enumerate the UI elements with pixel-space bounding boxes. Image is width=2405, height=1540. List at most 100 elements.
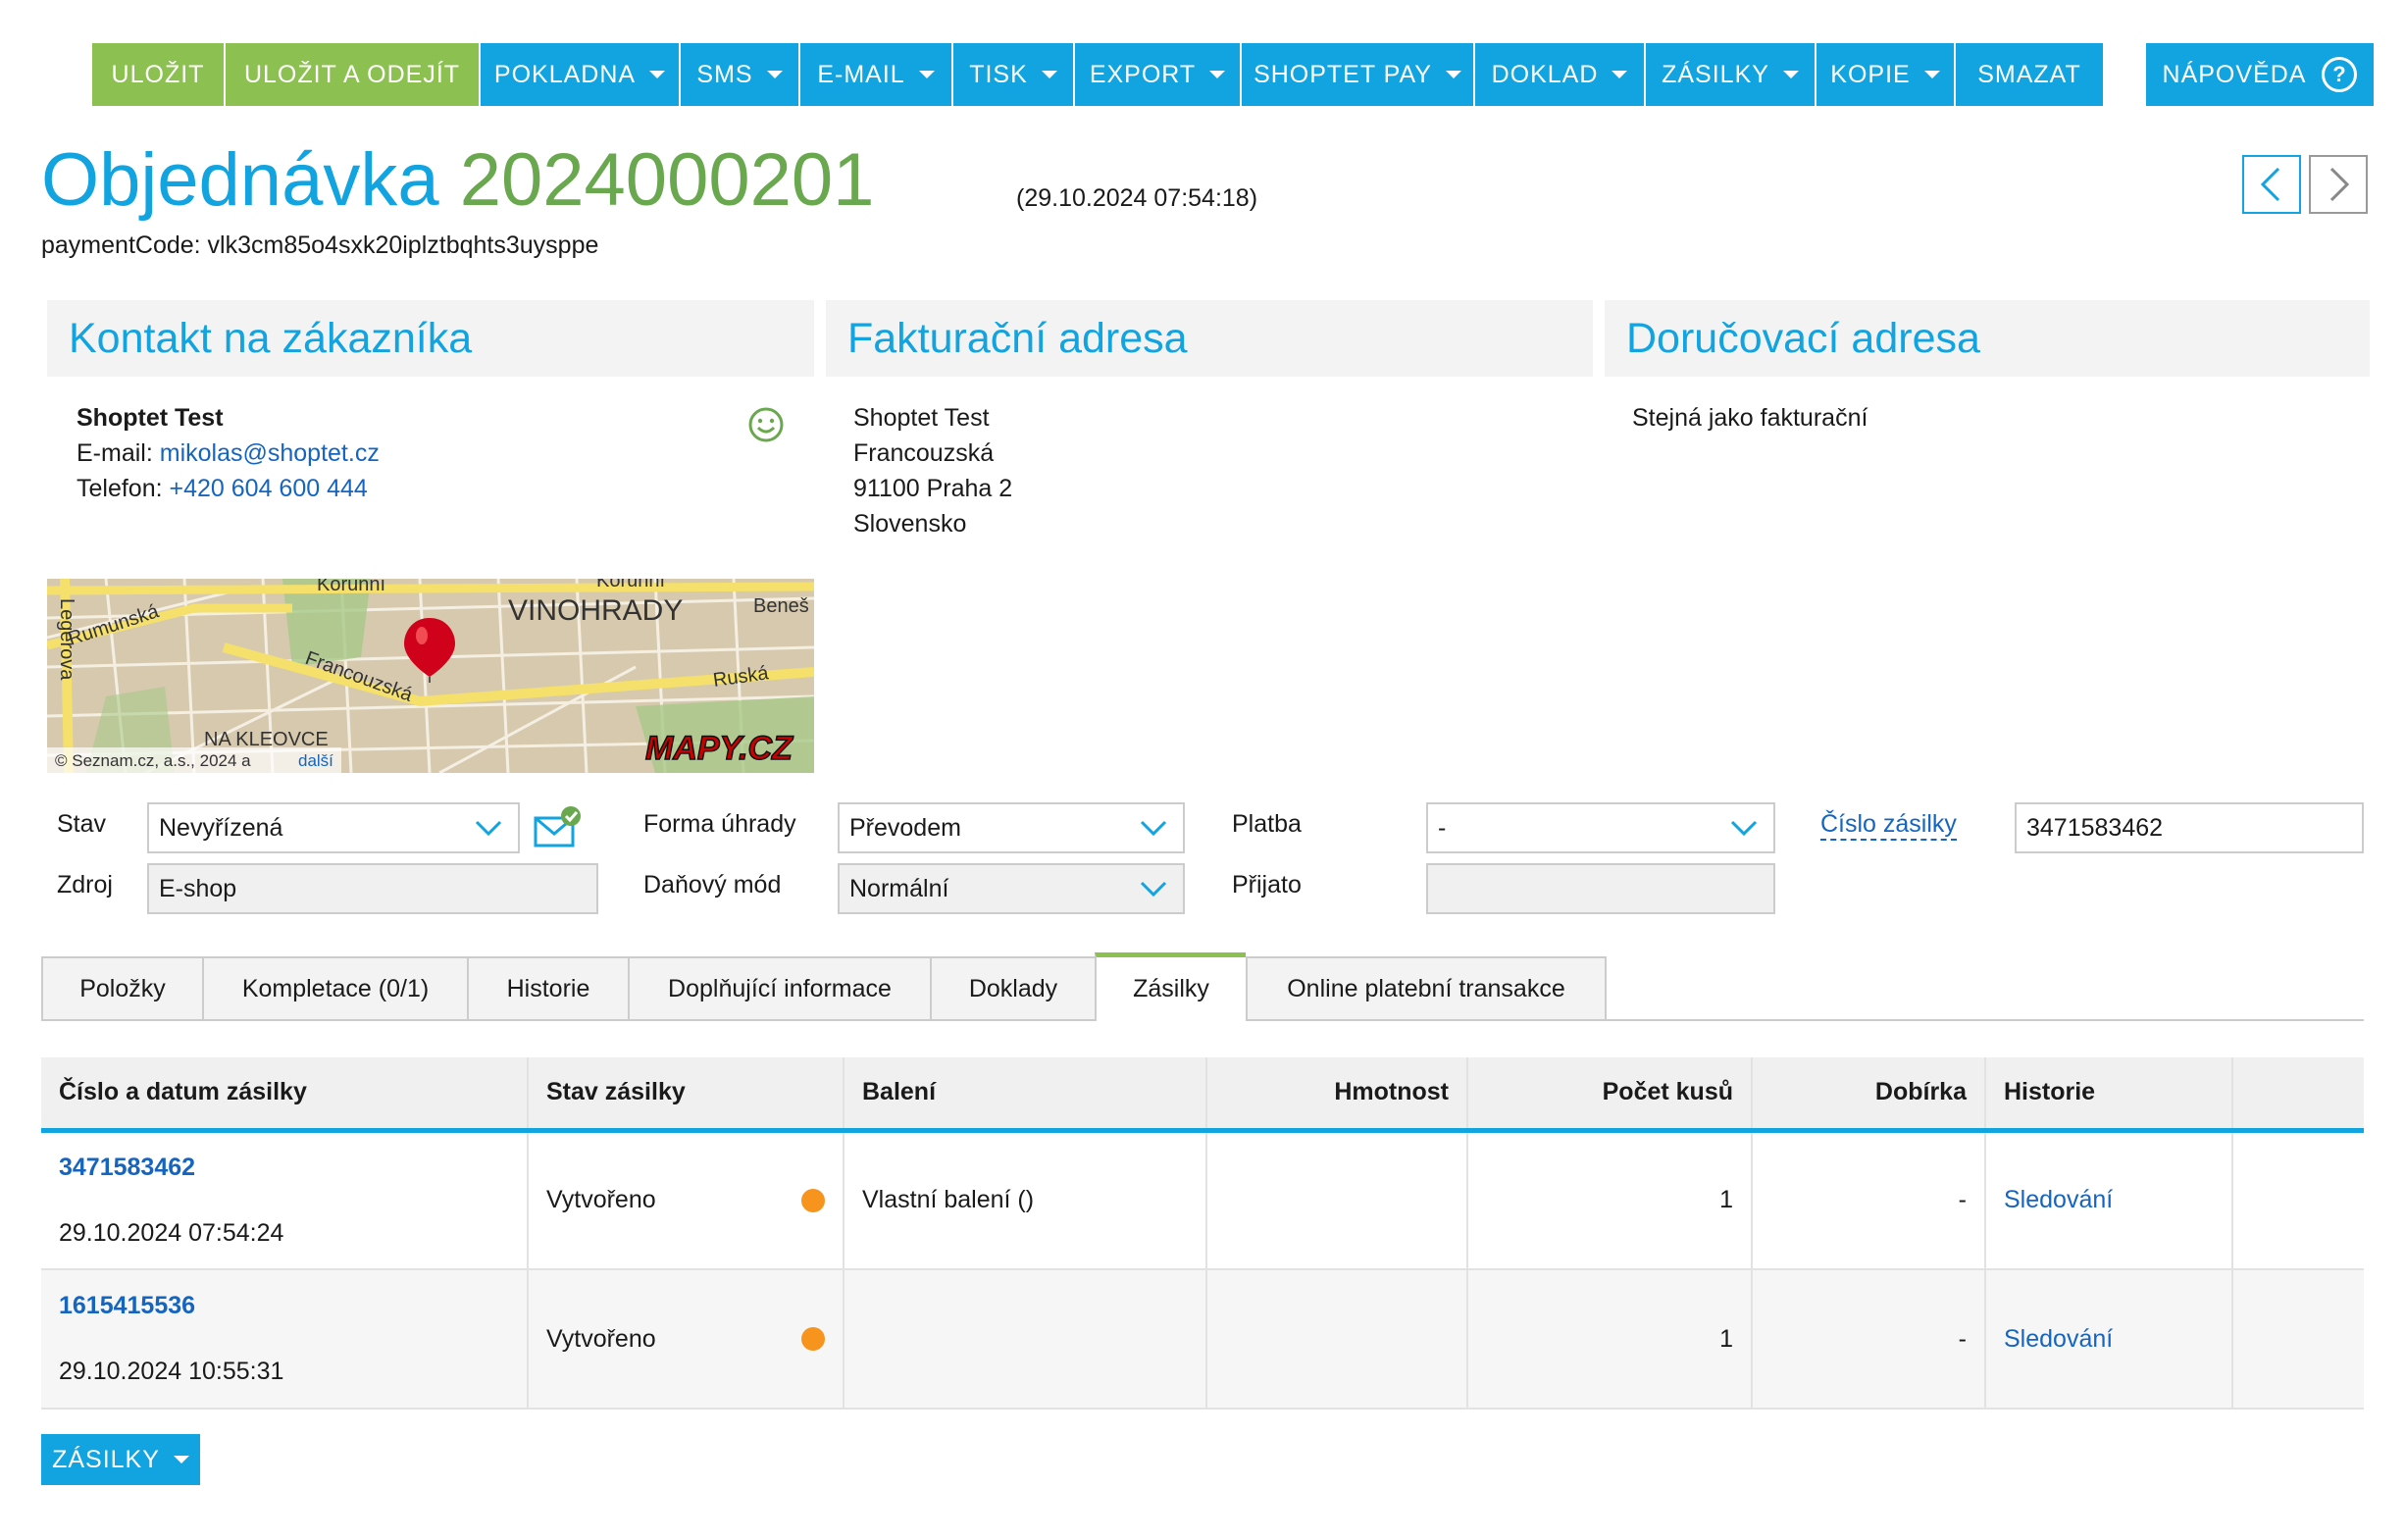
- table-row: 3471583462 29.10.2024 07:54:24 Vytvořeno…: [41, 1130, 2364, 1270]
- platba-select[interactable]: -: [1426, 802, 1775, 853]
- column-header: Historie: [1985, 1057, 2233, 1133]
- help-label: NÁPOVĚDA: [2162, 60, 2307, 88]
- caret-down-icon: [649, 71, 666, 78]
- kopie-menu-button[interactable]: KOPIE: [1817, 43, 1956, 106]
- status-dot-icon: [801, 1327, 825, 1351]
- chevron-down-icon: [1140, 820, 1167, 837]
- billing-city: 91100 Praha 2: [853, 475, 1013, 502]
- shipment-number-cell: 1615415536 29.10.2024 10:55:31: [41, 1269, 529, 1410]
- tab-online-platebni-transakce[interactable]: Online platební transakce: [1246, 956, 1607, 1021]
- caret-down-icon: [173, 1456, 189, 1463]
- next-order-button[interactable]: [2309, 155, 2368, 214]
- tracking-link[interactable]: Sledování: [2004, 1325, 2113, 1353]
- customer-email-row: E-mail: mikolas@shoptet.cz: [77, 436, 380, 471]
- tab-doklady[interactable]: Doklady: [930, 956, 1095, 1021]
- shipment-number-link[interactable]: 3471583462: [59, 1154, 509, 1182]
- empty-cell: [2232, 1269, 2364, 1410]
- shoptet-pay-menu-button[interactable]: SHOPTET PAY: [1242, 43, 1475, 106]
- tab-kompletace[interactable]: Kompletace (0/1): [202, 956, 467, 1021]
- shipment-number-link[interactable]: 1615415536: [59, 1292, 509, 1320]
- customer-map[interactable]: Korunní Korunní VINOHRADY Beneš Legerova…: [47, 579, 814, 773]
- map-copyright-link[interactable]: další: [298, 751, 333, 770]
- title-word: Objednávka: [41, 138, 439, 222]
- shipment-status: Vytvořeno: [546, 1186, 656, 1214]
- table-header-row: Číslo a datum zásilky Stav zásilky Balen…: [41, 1057, 2364, 1133]
- prijato-field: [1426, 863, 1775, 914]
- shipment-status-cell: Vytvořeno: [528, 1269, 844, 1410]
- zasilky-bottom-button[interactable]: ZÁSILKY: [41, 1434, 200, 1485]
- caret-down-icon: [1445, 71, 1461, 78]
- delivery-panel-heading: Doručovací adresa: [1605, 300, 2370, 377]
- forma-uhrady-select[interactable]: Převodem: [838, 802, 1185, 853]
- danovy-mod-label: Daňový mód: [643, 871, 782, 898]
- tab-zasilky[interactable]: Zásilky: [1095, 952, 1246, 1021]
- chevron-down-icon: [475, 820, 502, 837]
- tracking-number-input[interactable]: 3471583462: [2015, 802, 2364, 853]
- pokladna-menu-button[interactable]: POKLADNA: [481, 43, 681, 106]
- status-dot-icon: [801, 1188, 825, 1212]
- customer-name: Shoptet Test: [77, 404, 224, 432]
- tracking-link[interactable]: Sledování: [2004, 1186, 2113, 1213]
- order-number: 2024000201: [459, 138, 875, 222]
- chevron-right-icon: [2329, 167, 2350, 202]
- billing-street: Francouzská: [853, 439, 995, 467]
- column-header: Počet kusů: [1467, 1057, 1753, 1133]
- column-header: Stav zásilky: [528, 1057, 844, 1133]
- previous-order-button[interactable]: [2242, 155, 2301, 214]
- save-and-exit-button[interactable]: ULOŽIT A ODEJÍT: [226, 43, 481, 106]
- email-menu-button[interactable]: E-MAIL: [800, 43, 953, 106]
- shipment-status: Vytvořeno: [546, 1324, 656, 1353]
- tracking-number-link[interactable]: Číslo zásilky: [1820, 810, 1957, 841]
- column-header: Dobírka: [1752, 1057, 1986, 1133]
- main-toolbar: ULOŽIT ULOŽIT A ODEJÍT POKLADNA SMS E-MA…: [92, 43, 2103, 106]
- contact-panel-heading: Kontakt na zákazníka: [47, 300, 814, 377]
- doklad-menu-button[interactable]: DOKLAD: [1475, 43, 1646, 106]
- stav-select[interactable]: Nevyřízená: [147, 802, 520, 853]
- map-label-korunni-2: Korunní: [596, 579, 665, 591]
- delivery-address: Stejná jako fakturační: [1632, 404, 1868, 432]
- email-notify-icon[interactable]: [534, 804, 585, 849]
- contact-info: Shoptet Test E-mail: mikolas@shoptet.cz …: [77, 400, 380, 506]
- weight-cell: [1206, 1130, 1468, 1270]
- tab-doplnujici-informace[interactable]: Doplňující informace: [628, 956, 930, 1021]
- packaging-cell: [844, 1269, 1207, 1410]
- customer-phone-link[interactable]: +420 604 600 444: [170, 475, 368, 502]
- tab-polozky[interactable]: Položky: [41, 956, 202, 1021]
- column-header: Číslo a datum zásilky: [41, 1057, 529, 1133]
- map-graphic: Korunní Korunní VINOHRADY Beneš Legerova…: [47, 579, 814, 773]
- zasilky-menu-button[interactable]: ZÁSILKY: [1646, 43, 1817, 106]
- map-copyright: © Seznam.cz, a.s., 2024 a: [55, 751, 251, 770]
- cod-cell: -: [1752, 1269, 1986, 1410]
- help-button[interactable]: NÁPOVĚDA ?: [2146, 43, 2374, 106]
- customer-phone-row: Telefon: +420 604 600 444: [77, 471, 380, 506]
- tab-historie[interactable]: Historie: [467, 956, 628, 1021]
- billing-name: Shoptet Test: [853, 404, 990, 432]
- export-menu-button[interactable]: EXPORT: [1075, 43, 1242, 106]
- empty-cell: [2232, 1130, 2364, 1270]
- column-header: Balení: [844, 1057, 1207, 1133]
- map-label-korunni: Korunní: [317, 579, 385, 595]
- danovy-mod-select[interactable]: Normální: [838, 863, 1185, 914]
- shipment-date: 29.10.2024 10:55:31: [59, 1358, 284, 1385]
- payment-code: paymentCode: vlk3cm85o4sxk20iplztbqhts3u…: [41, 231, 599, 259]
- delete-button[interactable]: SMAZAT: [1956, 43, 2103, 106]
- prijato-label: Přijato: [1232, 871, 1302, 898]
- caret-down-icon: [1923, 71, 1940, 78]
- forma-uhrady-value: Převodem: [849, 813, 961, 842]
- weight-cell: [1206, 1269, 1468, 1410]
- tracking-number-value: 3471583462: [2026, 813, 2164, 842]
- history-cell: Sledování: [1985, 1130, 2233, 1270]
- stav-value: Nevyřízená: [159, 813, 283, 842]
- caret-down-icon: [1041, 71, 1057, 78]
- mapy-cz-logo: MAPY.CZ: [645, 730, 793, 767]
- platba-label: Platba: [1232, 810, 1302, 838]
- sms-menu-button[interactable]: SMS: [681, 43, 800, 106]
- pieces-cell: 1: [1467, 1130, 1753, 1270]
- caret-down-icon: [1209, 71, 1226, 78]
- packaging-cell: Vlastní balení (): [844, 1130, 1207, 1270]
- column-header: Hmotnost: [1206, 1057, 1468, 1133]
- save-button[interactable]: ULOŽIT: [92, 43, 226, 106]
- caret-down-icon: [918, 71, 935, 78]
- print-menu-button[interactable]: TISK: [953, 43, 1075, 106]
- customer-email-link[interactable]: mikolas@shoptet.cz: [160, 439, 380, 467]
